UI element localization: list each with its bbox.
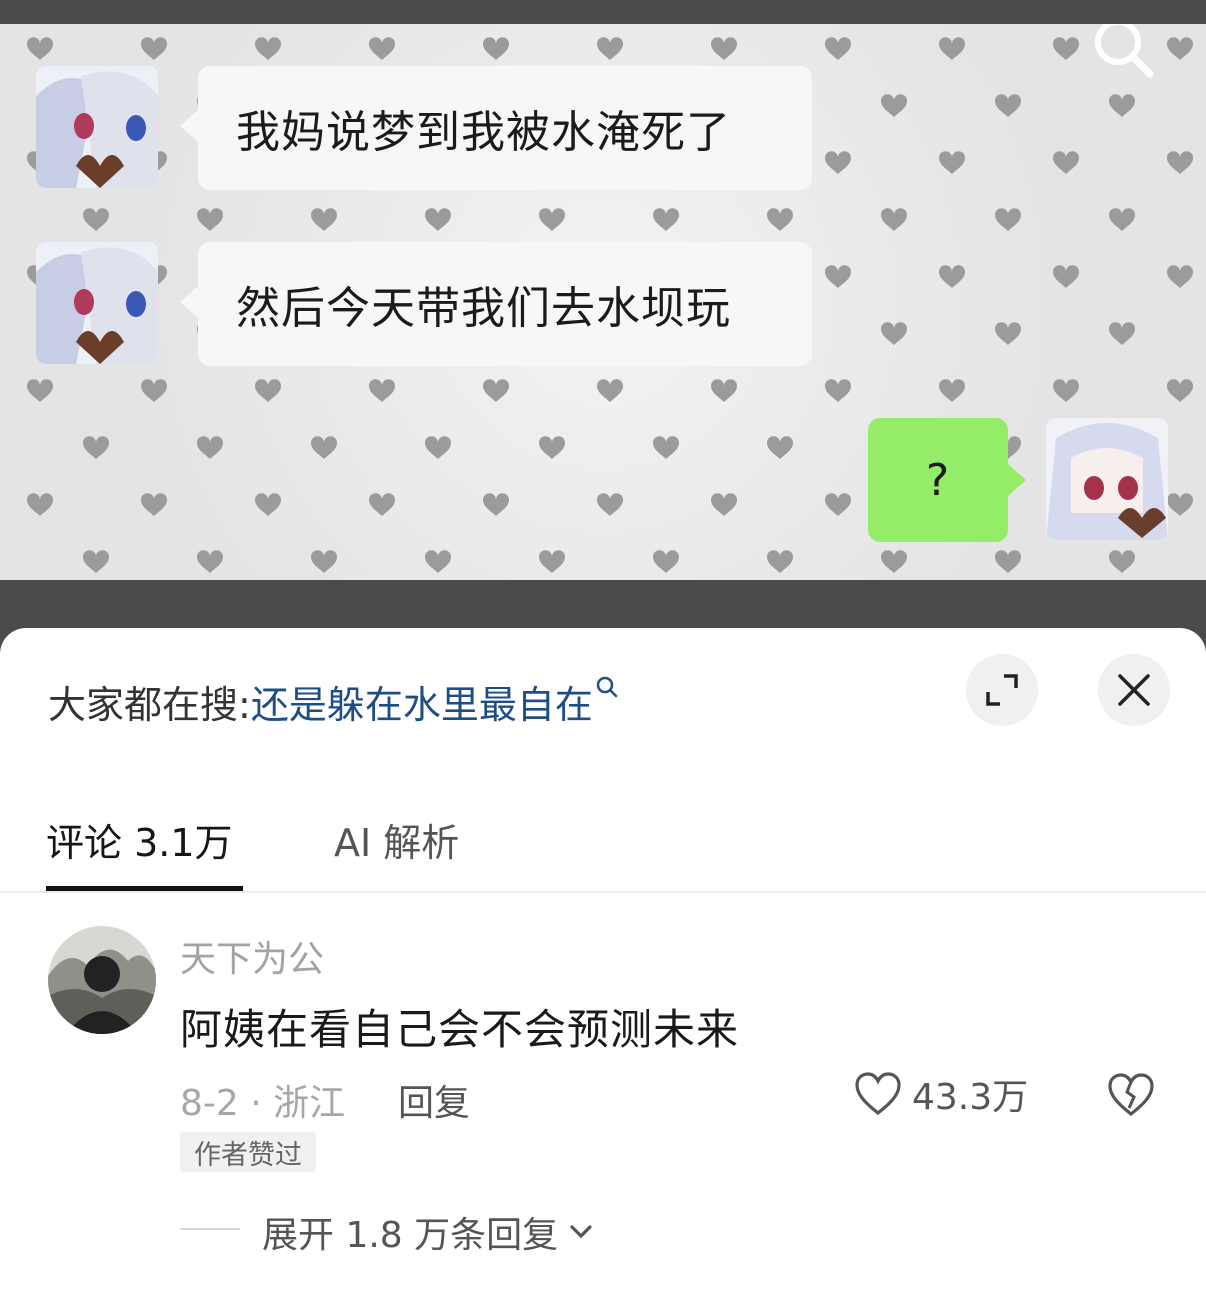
sender-avatar[interactable]: [36, 66, 158, 188]
commenter-avatar[interactable]: [48, 926, 156, 1034]
chat-bubble-incoming: 然后今天带我们去水坝玩: [180, 242, 812, 366]
close-button[interactable]: [1098, 654, 1170, 726]
chat-message-text: 然后今天带我们去水坝玩: [236, 283, 731, 334]
divider: [0, 891, 1206, 893]
chat-message-text: 我妈说梦到我被水淹死了: [236, 107, 731, 158]
chevron-down-icon: [570, 1225, 592, 1239]
expand-divider: [180, 1228, 240, 1230]
author-liked-badge: 作者赞过: [180, 1132, 316, 1172]
tab-ai-analysis[interactable]: AI 解析: [334, 812, 459, 867]
expand-replies-button[interactable]: 展开 1.8 万条回复: [262, 1206, 594, 1258]
comment-username[interactable]: 天下为公: [180, 930, 324, 982]
expand-replies-label: 展开 1.8 万条回复: [262, 1215, 559, 1256]
self-avatar[interactable]: [1046, 418, 1168, 540]
expand-fullscreen-button[interactable]: [966, 654, 1038, 726]
tab-comments[interactable]: 评论 3.1万: [46, 812, 233, 867]
chat-bubble-incoming: 我妈说梦到我被水淹死了: [180, 66, 812, 190]
heart-icon: [855, 1072, 901, 1116]
hot-search-label: 大家都在搜:: [48, 683, 251, 727]
chat-message-text: ?: [925, 454, 951, 506]
search-icon: [596, 676, 618, 698]
reply-button[interactable]: 回复: [398, 1074, 470, 1126]
hot-search-bar[interactable]: 大家都在搜:还是躲在水里最自在: [48, 674, 619, 729]
tab-bar: 评论 3.1万 AI 解析: [0, 802, 1206, 892]
chat-screenshot: 我妈说梦到我被水淹死了 然后今天带我们去水坝玩 ?: [0, 24, 1206, 580]
broken-heart-icon[interactable]: [1106, 1072, 1156, 1118]
like-count: 43.3万: [912, 1077, 1029, 1118]
hot-search-link[interactable]: 还是躲在水里最自在: [251, 683, 593, 727]
like-button[interactable]: 43.3万: [854, 1068, 1028, 1120]
comment-sheet: 大家都在搜:还是躲在水里最自在 评论 3.1万 AI 解析 天下为公 阿姨在看自…: [0, 628, 1206, 1305]
comment-text: 阿姨在看自己会不会预测未来: [180, 1005, 740, 1054]
sender-avatar[interactable]: [36, 242, 158, 364]
expand-icon: [986, 674, 1018, 706]
chat-bubble-outgoing: ?: [868, 418, 1026, 542]
comment-date-location: 8-2 · 浙江: [180, 1083, 346, 1124]
search-icon[interactable]: [1090, 24, 1156, 80]
close-icon: [1118, 674, 1150, 706]
